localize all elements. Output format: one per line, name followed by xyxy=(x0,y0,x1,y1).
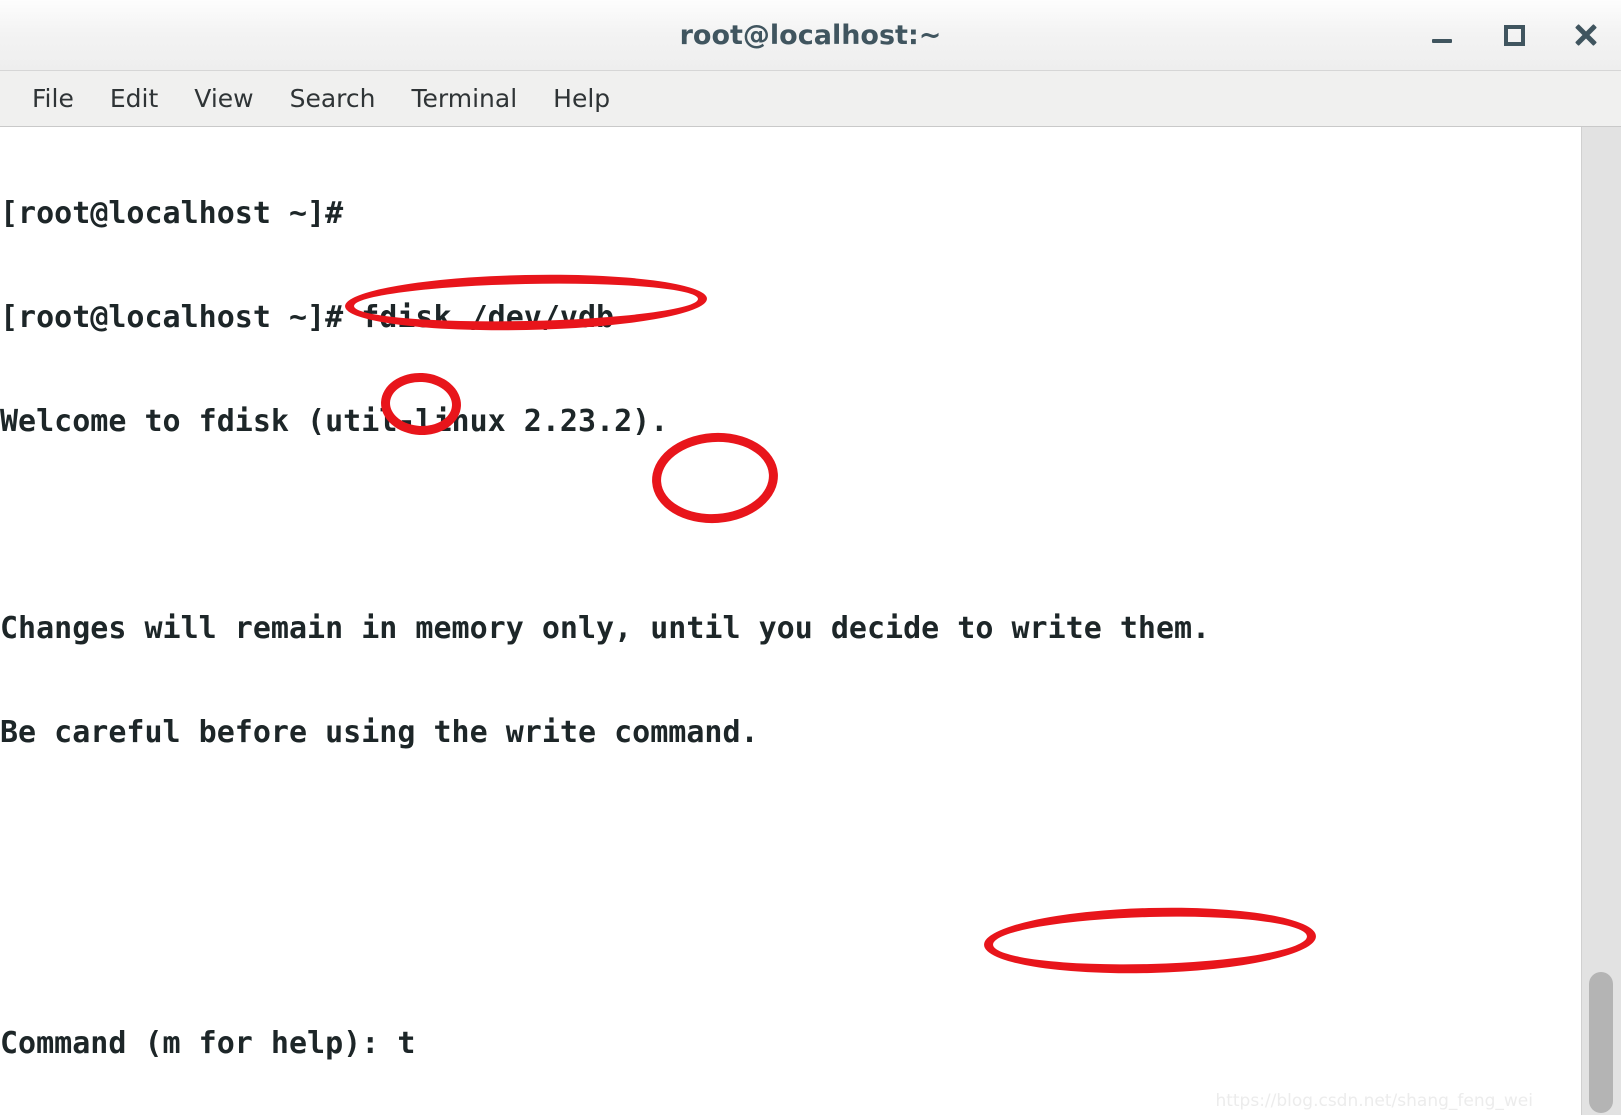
watermark-text: https://blog.csdn.net/shang_feng_wei xyxy=(1215,1091,1533,1111)
close-button[interactable] xyxy=(1569,18,1603,52)
terminal-line: Command (m for help): t xyxy=(0,1026,416,1062)
terminal-line: Be careful before using the write comman… xyxy=(0,715,759,751)
window-controls xyxy=(1425,0,1603,70)
minimize-button[interactable] xyxy=(1425,18,1459,52)
title-bar[interactable]: root@localhost:~ xyxy=(0,0,1621,71)
minimize-icon xyxy=(1432,39,1452,43)
scrollbar-thumb[interactable] xyxy=(1589,972,1613,1113)
menu-item-view[interactable]: View xyxy=(176,80,271,117)
close-icon xyxy=(1573,22,1599,48)
terminal-line: [root@localhost ~]# fdisk /dev/vdb xyxy=(0,299,615,335)
menu-bar: File Edit View Search Terminal Help xyxy=(0,71,1621,127)
menu-item-terminal[interactable]: Terminal xyxy=(393,80,535,117)
menu-item-help[interactable]: Help xyxy=(535,80,628,117)
terminal-line: [root@localhost ~]# xyxy=(0,196,344,232)
terminal-text-buffer: [root@localhost ~]# [root@localhost ~]# … xyxy=(0,127,1581,1115)
vertical-scrollbar[interactable] xyxy=(1581,127,1621,1115)
window-title: root@localhost:~ xyxy=(679,19,942,51)
maximize-icon xyxy=(1503,24,1525,46)
terminal-window: root@localhost:~ File Edit View Search T… xyxy=(0,0,1621,1115)
terminal-line: Welcome to fdisk (util-linux 2.23.2). xyxy=(0,403,669,439)
terminal-output[interactable]: [root@localhost ~]# [root@localhost ~]# … xyxy=(0,127,1581,1115)
terminal-area: [root@localhost ~]# [root@localhost ~]# … xyxy=(0,127,1621,1115)
menu-item-search[interactable]: Search xyxy=(272,80,394,117)
maximize-button[interactable] xyxy=(1497,18,1531,52)
terminal-line: Changes will remain in memory only, unti… xyxy=(0,611,1211,647)
menu-item-file[interactable]: File xyxy=(14,80,92,117)
menu-item-edit[interactable]: Edit xyxy=(92,80,176,117)
